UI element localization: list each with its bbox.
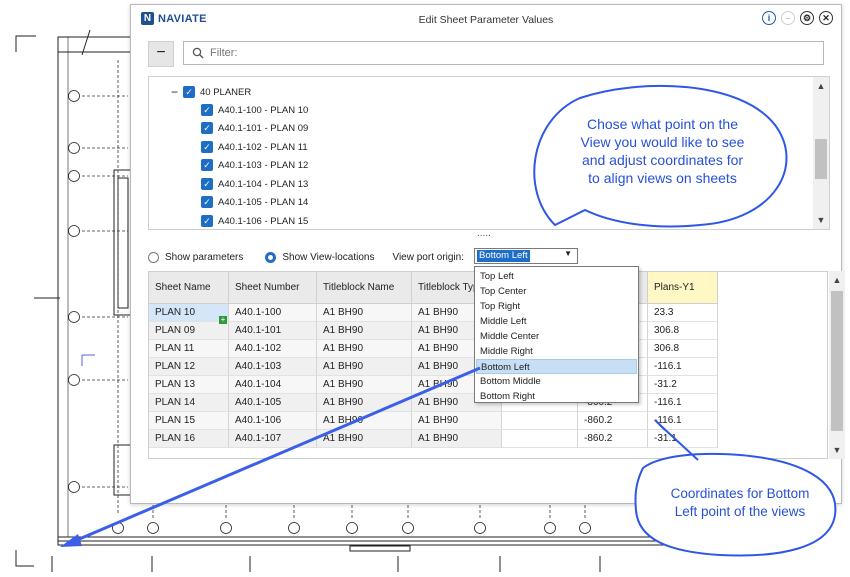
arrowhead-icon [60,534,82,547]
callout-pointer-tip [654,419,666,431]
callout-top-text: Chose what point on the View you would l… [580,116,745,186]
arrow-to-bottom-left-icon [69,366,481,545]
callout-pointer-line [659,424,699,461]
callout-bottom-text: Coordinates for Bottom Left point of the… [670,486,810,519]
